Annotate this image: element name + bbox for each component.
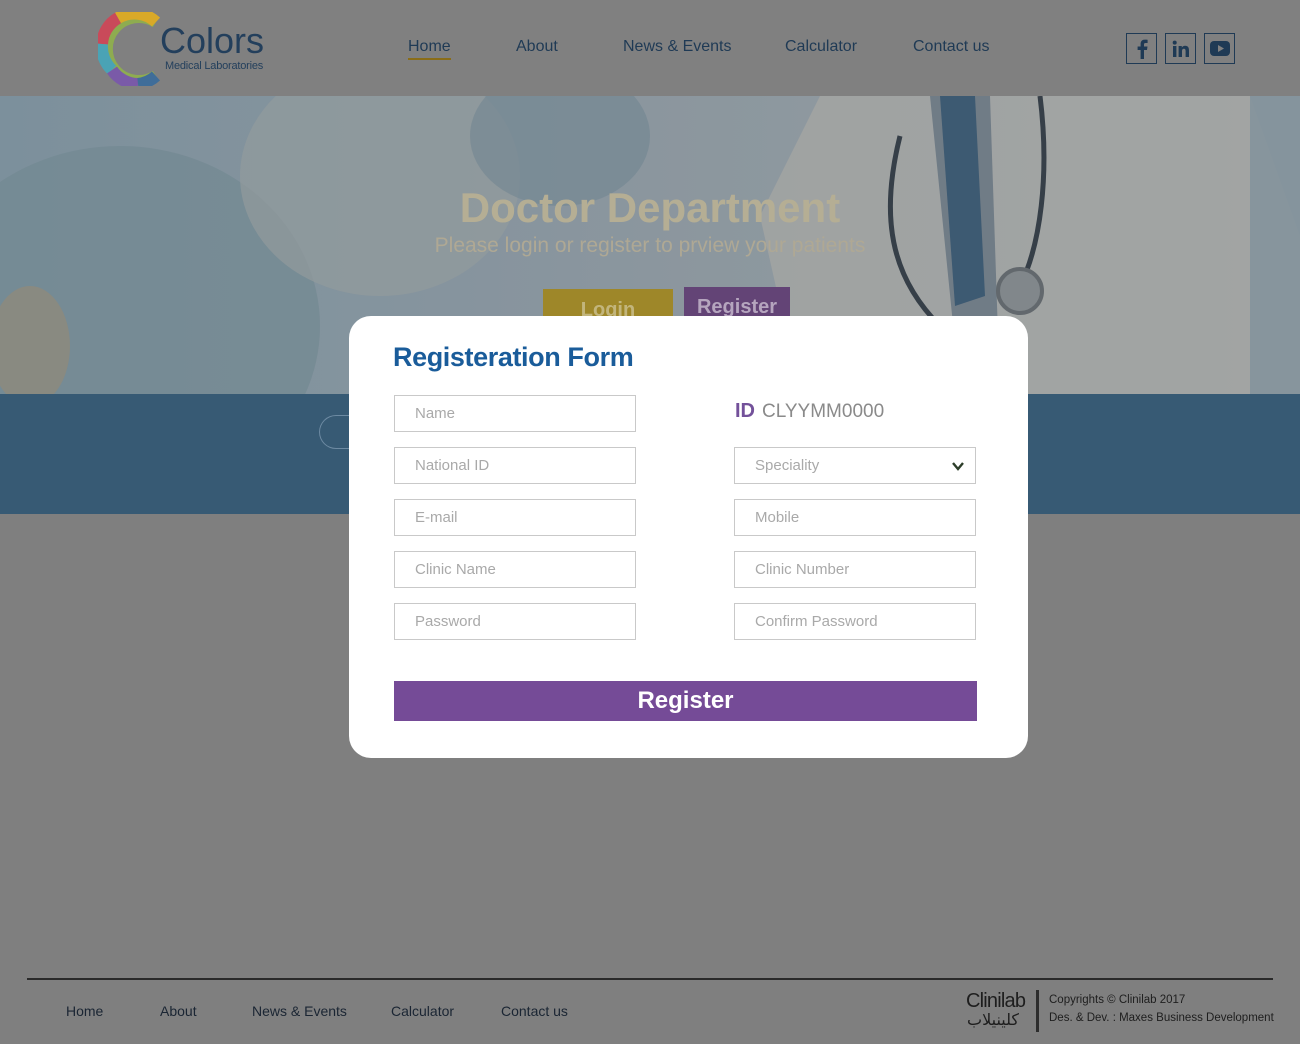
brand-name: Colors	[160, 20, 265, 61]
footer-link-news-events[interactable]: News & Events	[252, 1003, 347, 1019]
nav-calculator[interactable]: Calculator	[785, 38, 857, 56]
nav-home[interactable]: Home	[408, 38, 451, 60]
facebook-icon	[1137, 39, 1148, 59]
linkedin-button[interactable]	[1165, 33, 1196, 64]
copyright-text: Copyrights © Clinilab 2017	[1049, 994, 1186, 1006]
hero-subtitle: Please login or register to prview your …	[434, 234, 866, 257]
nav-news-events[interactable]: News & Events	[623, 38, 731, 56]
registration-modal: Registeration Form ID CLYYMM0000 Special…	[349, 316, 1028, 758]
password-field[interactable]	[394, 603, 636, 640]
id-label: ID	[735, 400, 755, 422]
register-submit-button[interactable]: Register	[394, 681, 977, 721]
clinic-number-field[interactable]	[734, 551, 976, 588]
id-value: CLYYMM0000	[762, 401, 885, 422]
colors-logo[interactable]: Colors Medical Laboratories	[98, 12, 278, 88]
email-field[interactable]	[394, 499, 636, 536]
footer-link-home[interactable]: Home	[66, 1003, 103, 1019]
brand-tagline: Medical Laboratories	[165, 60, 264, 72]
credits-text: Des. & Dev. : Maxes Business Development	[1049, 1012, 1274, 1024]
clinilab-logo-ar: كلينيلاب	[967, 1010, 1020, 1029]
footer-link-calculator[interactable]: Calculator	[391, 1003, 454, 1019]
clinilab-divider	[1036, 990, 1039, 1032]
speciality-select[interactable]: Speciality	[734, 447, 976, 484]
nav-contact-us[interactable]: Contact us	[913, 38, 989, 56]
national-id-field[interactable]	[394, 447, 636, 484]
name-field[interactable]	[394, 395, 636, 432]
clinilab-logo[interactable]: Clinilab كلينيلاب	[966, 990, 1042, 1032]
chevron-down-icon	[952, 462, 964, 471]
colors-logo-mark-icon	[98, 12, 161, 86]
speciality-select-value: Speciality	[755, 457, 820, 474]
facebook-button[interactable]	[1126, 33, 1157, 64]
confirm-password-field[interactable]	[734, 603, 976, 640]
site-header: Colors Medical Laboratories Home About N…	[0, 0, 1300, 96]
hero-title: Doctor Department	[459, 184, 841, 231]
linkedin-icon	[1172, 40, 1189, 57]
footer-link-about[interactable]: About	[160, 1003, 197, 1019]
youtube-button[interactable]	[1204, 33, 1235, 64]
nav-about[interactable]: About	[516, 38, 558, 56]
mobile-field[interactable]	[734, 499, 976, 536]
footer-link-contact-us[interactable]: Contact us	[501, 1003, 568, 1019]
footer-divider	[27, 978, 1273, 980]
youtube-icon	[1209, 41, 1230, 56]
clinic-name-field[interactable]	[394, 551, 636, 588]
modal-title: Registeration Form	[393, 342, 634, 372]
